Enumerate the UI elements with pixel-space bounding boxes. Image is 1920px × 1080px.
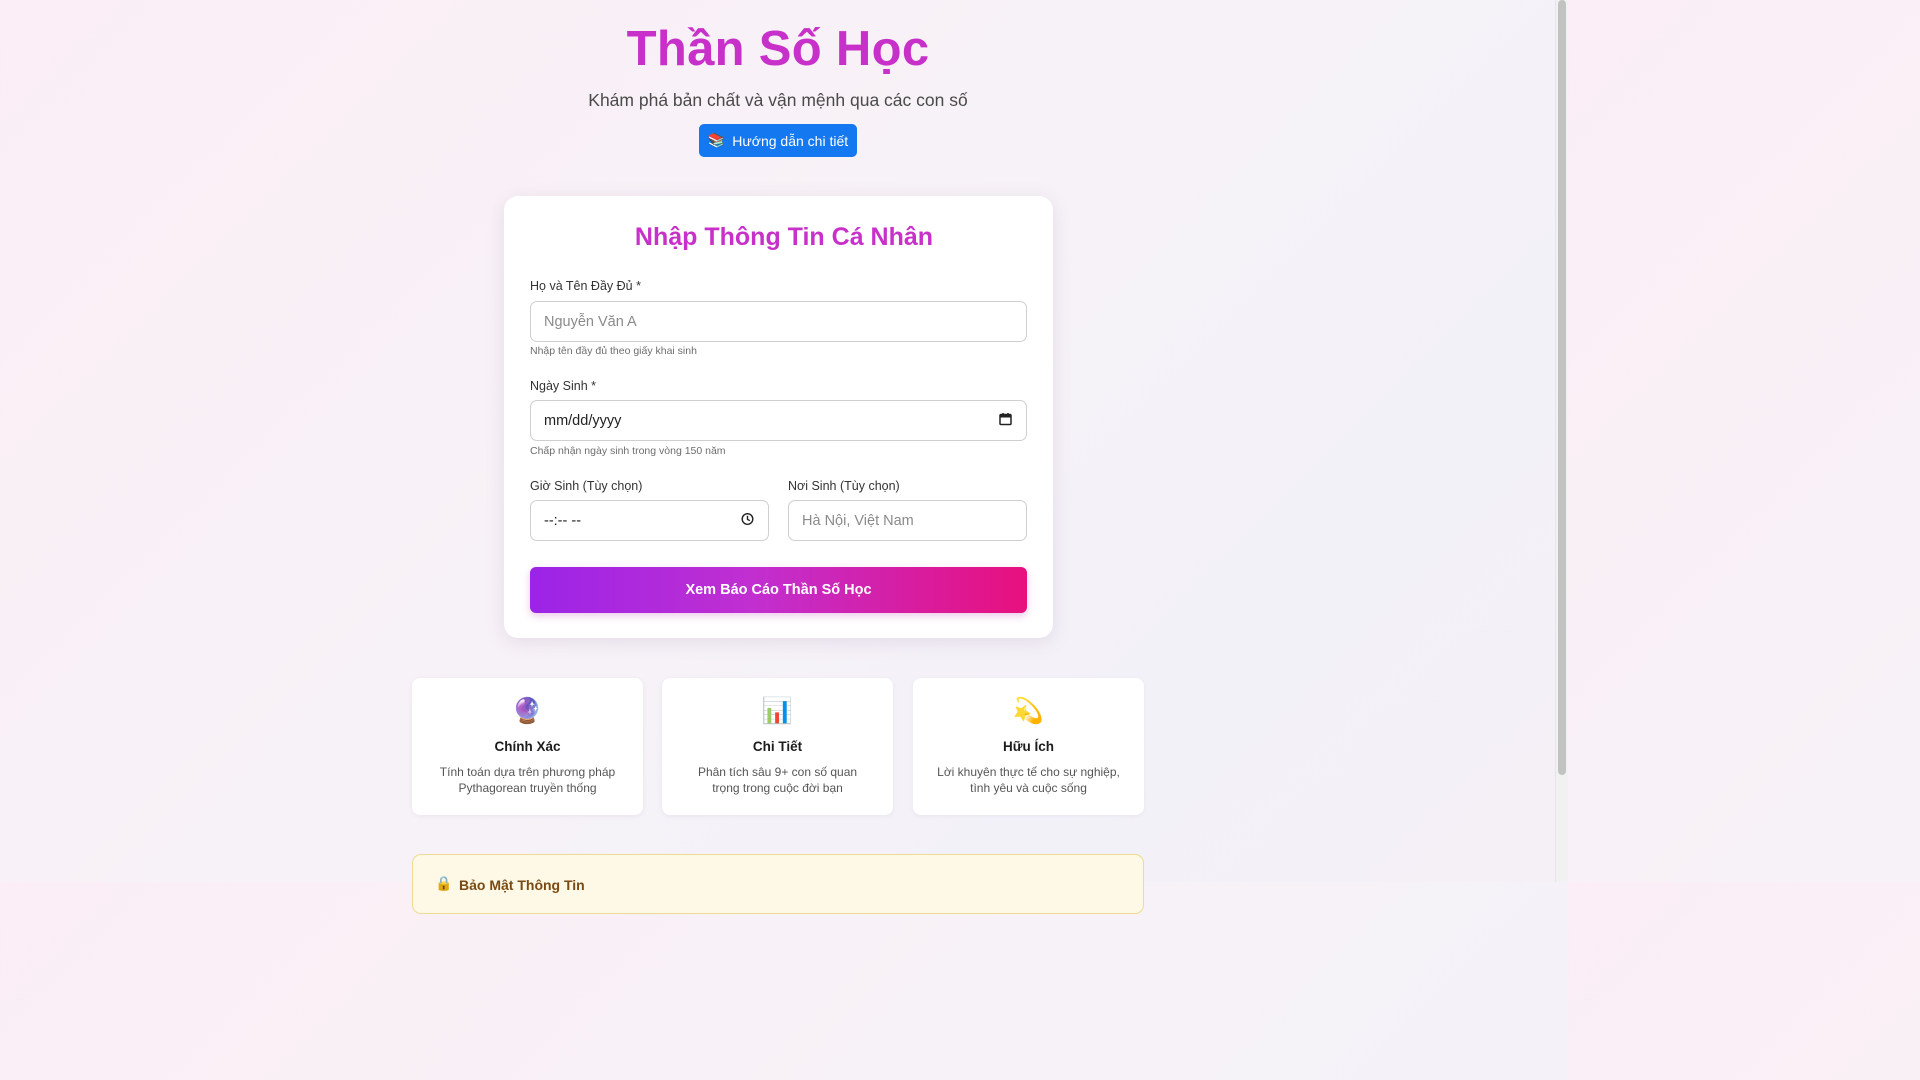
feature-card-accuracy: 🔮 Chính Xác Tính toán dựa trên phương ph… xyxy=(412,678,643,815)
feature-title: Chính Xác xyxy=(494,739,561,754)
birth-place-label: Nơi Sinh (Tùy chọn) xyxy=(788,479,900,493)
lock-icon: 🔒 xyxy=(435,875,453,891)
full-name-input[interactable]: Nguyễn Văn A xyxy=(530,301,1027,342)
full-name-placeholder: Nguyễn Văn A xyxy=(544,313,637,330)
birth-date-input[interactable]: mm/dd/yyyy xyxy=(530,400,1027,441)
calendar-icon[interactable] xyxy=(999,412,1012,429)
books-icon: 📚 xyxy=(707,132,726,148)
guide-button-label: Hướng dẫn chi tiết xyxy=(732,132,849,149)
feature-description: Phân tích sâu 9+ con số quan trọng trong… xyxy=(697,765,858,795)
clock-icon[interactable] xyxy=(741,512,754,529)
security-notice: 🔒 Bảo Mật Thông Tin xyxy=(412,854,1144,914)
birth-place-input[interactable]: Hà Nội, Việt Nam xyxy=(788,500,1027,541)
crystal-ball-icon: 🔮 xyxy=(511,697,544,725)
birth-time-value: --:-- -- xyxy=(544,512,582,529)
page-scrollbar[interactable] xyxy=(1555,0,1568,882)
security-title: Bảo Mật Thông Tin xyxy=(459,877,585,893)
full-name-label: Họ và Tên Đầy Đủ * xyxy=(530,279,641,293)
birth-date-hint: Chấp nhận ngày sinh trong vòng 150 năm xyxy=(530,445,726,457)
bar-chart-icon: 📊 xyxy=(761,697,794,725)
birth-place-placeholder: Hà Nội, Việt Nam xyxy=(802,512,914,529)
birth-time-label: Giờ Sinh (Tùy chọn) xyxy=(530,479,643,493)
feature-description: Lời khuyên thực tế cho sự nghiệp, tình y… xyxy=(937,765,1120,795)
dizzy-star-icon: 💫 xyxy=(1012,697,1045,725)
birth-date-label: Ngày Sinh * xyxy=(530,379,597,393)
feature-card-useful: 💫 Hữu Ích Lời khuyên thực tế cho sự nghi… xyxy=(913,678,1144,815)
guide-button[interactable]: 📚 Hướng dẫn chi tiết xyxy=(699,124,857,157)
view-report-button[interactable]: Xem Báo Cáo Thần Số Học xyxy=(530,567,1027,613)
feature-card-detail: 📊 Chi Tiết Phân tích sâu 9+ con số quan … xyxy=(662,678,893,815)
birth-time-input[interactable]: --:-- -- xyxy=(530,500,769,541)
feature-description: Tính toán dựa trên phương pháp Pythagore… xyxy=(439,765,616,795)
page-title: Thần Số Học xyxy=(626,22,930,76)
feature-title: Hữu Ích xyxy=(1002,739,1055,754)
feature-title: Chi Tiết xyxy=(752,739,803,754)
scrollbar-thumb[interactable] xyxy=(1558,0,1566,775)
birth-date-value: mm/dd/yyyy xyxy=(544,412,622,429)
full-name-hint: Nhập tên đầy đủ theo giấy khai sinh xyxy=(530,345,697,357)
page-subtitle: Khám phá bản chất và vận mệnh qua các co… xyxy=(588,90,968,110)
form-title: Nhập Thông Tin Cá Nhân xyxy=(634,223,934,251)
